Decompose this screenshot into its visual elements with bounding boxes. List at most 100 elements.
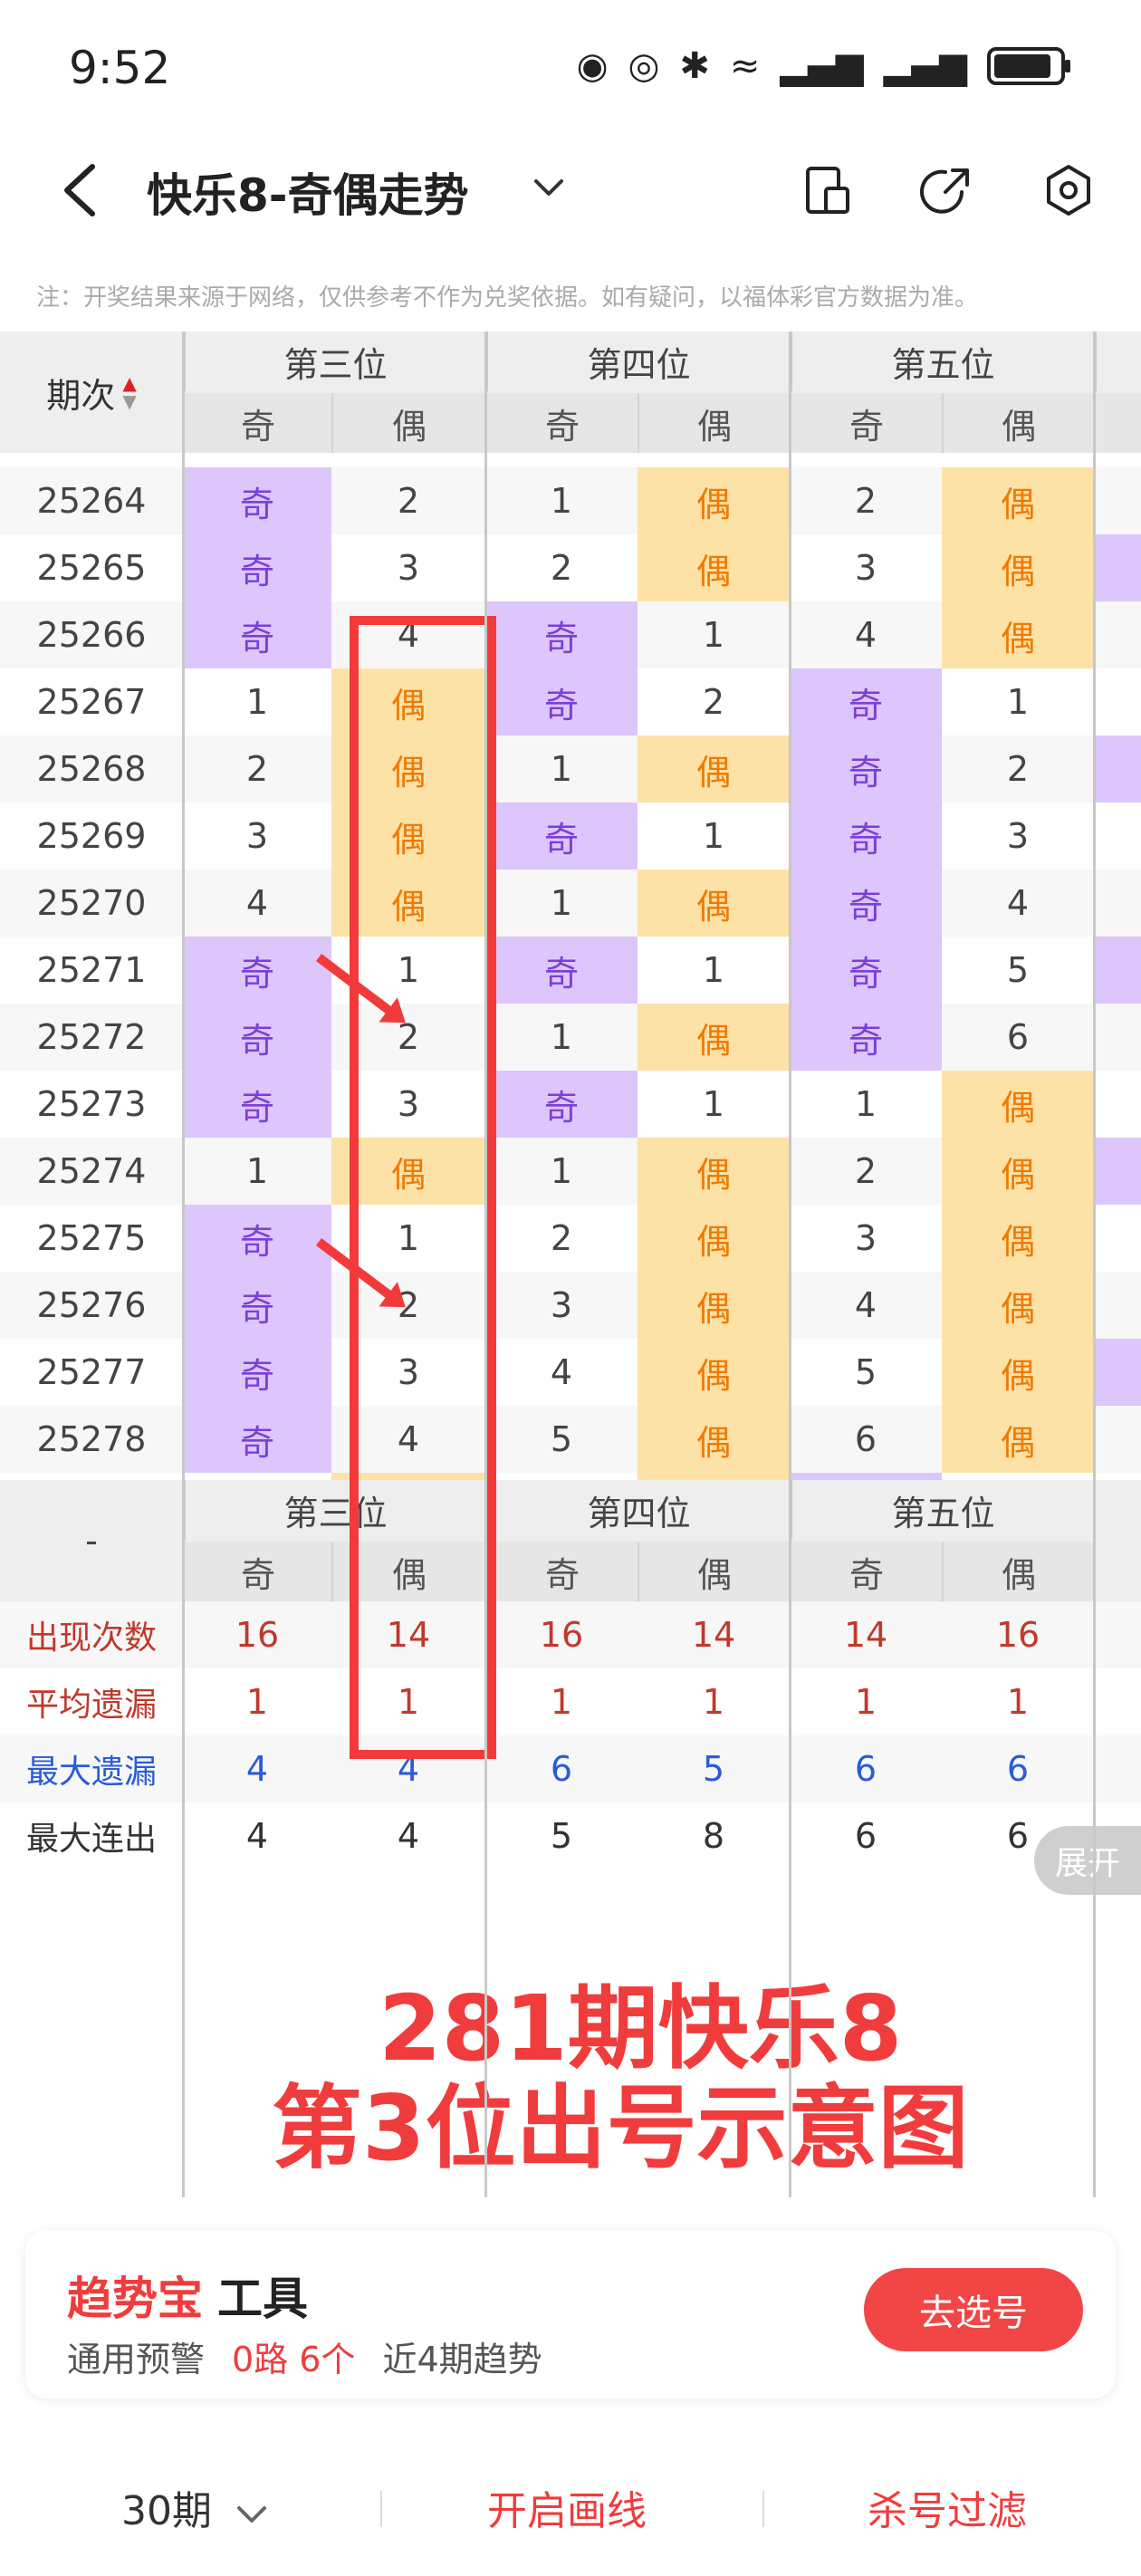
miss-cell: 5 [854, 1352, 877, 1392]
column-divider [789, 332, 791, 2197]
signal-icon: ▂▄▆ [780, 45, 864, 87]
period-cell: 25273 [36, 1084, 147, 1124]
miss-cell: 1 [702, 816, 725, 856]
group-header-6 [1094, 332, 1141, 391]
miss-cell: 3 [1006, 816, 1030, 856]
odd-cell: 奇 [790, 870, 942, 937]
miss-cell: 1 [550, 481, 573, 521]
chevron-down-icon [237, 2506, 266, 2523]
edge-cell [1094, 735, 1141, 803]
edge-cell [1094, 870, 1141, 937]
expand-button[interactable]: 展开 [1034, 1826, 1141, 1895]
period-cell: 25274 [36, 1151, 147, 1191]
stats-group-5: 第五位 [790, 1480, 1094, 1540]
table-row: 25269 3 偶奇 1 奇 3 [0, 803, 1141, 870]
miss-cell: 1 [550, 1017, 573, 1057]
go-pick-button[interactable]: 去选号 [864, 2268, 1083, 2351]
even-cell: 偶 [942, 1071, 1094, 1138]
miss-cell: 1 [702, 950, 725, 990]
table-row: 25266 奇 4 奇 1 4 偶 [0, 601, 1141, 668]
even-cell: 偶 [638, 1339, 790, 1406]
miss-cell: 2 [702, 682, 725, 722]
table-row: 25277 奇 3 4 偶 5 偶 [0, 1339, 1141, 1406]
column-divider [1093, 332, 1096, 2197]
stats-cell: 6 [854, 1749, 877, 1789]
miss-cell: 2 [397, 481, 420, 521]
even-cell: 偶 [638, 534, 790, 601]
even-cell: 偶 [942, 1339, 1094, 1406]
periods-selector[interactable]: 30期 [121, 2478, 270, 2536]
stats-row: 出现次数 16 14 16 14 14 16 [0, 1601, 1141, 1668]
miss-cell: 4 [854, 615, 877, 655]
table-row: 25272 奇 2 1 偶奇 6 [0, 1004, 1141, 1071]
even-cell: 偶 [942, 467, 1094, 534]
sub-header: 偶 [942, 393, 1094, 453]
table-row: 25270 4 偶 1 偶奇 4 [0, 870, 1141, 937]
even-cell: 偶 [638, 1138, 790, 1205]
period-header[interactable]: 期次 ▲ ▼ [0, 332, 183, 453]
chevron-down-icon[interactable] [531, 168, 567, 205]
miss-cell: 1 [1006, 682, 1030, 722]
miss-cell: 3 [854, 548, 877, 588]
odd-cell: 奇 [183, 467, 331, 534]
odd-cell: 奇 [183, 1406, 331, 1473]
draw-line-button[interactable]: 开启画线 [487, 2478, 647, 2536]
odd-cell: 奇 [183, 1205, 331, 1272]
share-icon[interactable] [918, 161, 976, 219]
group-header-4: 第四位 [485, 332, 790, 391]
overlay-title-line2: 第3位出号示意图 [272, 2075, 969, 2181]
period-cell: 25268 [36, 749, 147, 789]
edge-cell [1094, 467, 1141, 534]
period-cell: 25272 [36, 1017, 147, 1057]
settings-icon[interactable] [1040, 161, 1098, 219]
edge-cell [1094, 1272, 1141, 1339]
stats-cell: 8 [702, 1816, 725, 1856]
stats-label: 最大连出 [25, 1821, 157, 1858]
miss-cell: 4 [854, 1285, 877, 1325]
stats-group-4: 第四位 [485, 1480, 790, 1540]
tool-card-desc: 通用预警 0路 6个 近4期趋势 [67, 2331, 542, 2381]
even-cell: 偶 [942, 1205, 1094, 1272]
miss-cell: 6 [1006, 1017, 1030, 1057]
sub-header: 偶 [638, 393, 790, 453]
odd-cell: 奇 [790, 735, 942, 803]
divider [762, 2491, 764, 2527]
stats-header: - 第三位 第四位 第五位 奇 偶 奇 偶 奇 偶 [0, 1480, 1141, 1601]
table-row: 25275 奇 1 2 偶 3 偶 [0, 1205, 1141, 1272]
filter-button[interactable]: 杀号过滤 [868, 2478, 1027, 2536]
miss-cell: 2 [1006, 749, 1030, 789]
stats-cell: 4 [245, 1749, 269, 1789]
odd-cell: 奇 [485, 601, 638, 668]
stats-cell: 1 [550, 1682, 573, 1722]
odd-cell: 奇 [790, 668, 942, 735]
page-title[interactable]: 快乐8-奇偶走势 [147, 159, 469, 225]
edge-cell [1094, 1138, 1141, 1205]
period-cell: 25270 [36, 883, 147, 923]
back-icon[interactable] [54, 161, 109, 219]
miss-cell: 1 [702, 615, 725, 655]
odd-cell: 奇 [485, 803, 638, 870]
sub-header: 偶 [331, 393, 485, 453]
status-bar: 9:52 ◉ ◎ ✱ ≈ ▂▄▆ ▂▄▆ [0, 0, 1141, 136]
stats-cell: 6 [550, 1749, 573, 1789]
table-row: 25274 1 偶 1 偶 2 偶 [0, 1138, 1141, 1205]
odd-cell: 奇 [790, 937, 942, 1004]
period-cell: 25266 [36, 615, 147, 655]
stats-sub: 偶 [638, 1542, 790, 1601]
even-cell: 偶 [638, 1272, 790, 1339]
tool-card: 趋势宝 工具 通用预警 0路 6个 近4期趋势 去选号 [25, 2230, 1116, 2398]
battery-icon [987, 47, 1070, 85]
even-cell: 偶 [942, 1138, 1094, 1205]
sort-icon[interactable]: ▲ ▼ [122, 374, 136, 410]
edge-cell [1094, 803, 1141, 870]
even-cell: 偶 [638, 1205, 790, 1272]
even-cell: 偶 [638, 735, 790, 803]
miss-cell: 2 [854, 1151, 877, 1191]
even-cell: 偶 [942, 1272, 1094, 1339]
miss-cell: 3 [245, 816, 269, 856]
sub-header: 奇 [790, 393, 942, 453]
miss-cell: 1 [245, 1151, 269, 1191]
overlay-title-line1: 281期快乐8 [379, 1975, 903, 2081]
period-cell: 25267 [36, 682, 147, 722]
layout-icon[interactable] [799, 161, 857, 219]
